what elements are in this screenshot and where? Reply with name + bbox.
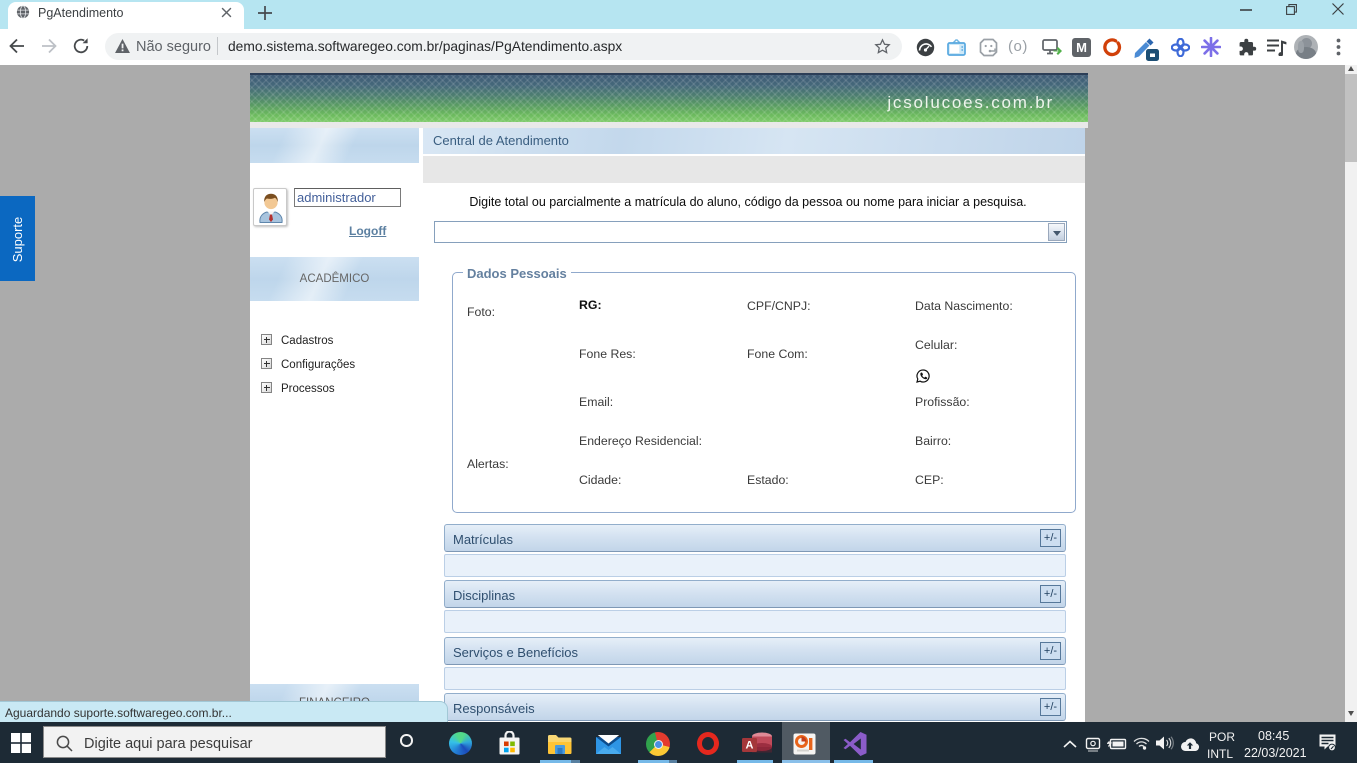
svg-text:A: A	[746, 740, 754, 752]
